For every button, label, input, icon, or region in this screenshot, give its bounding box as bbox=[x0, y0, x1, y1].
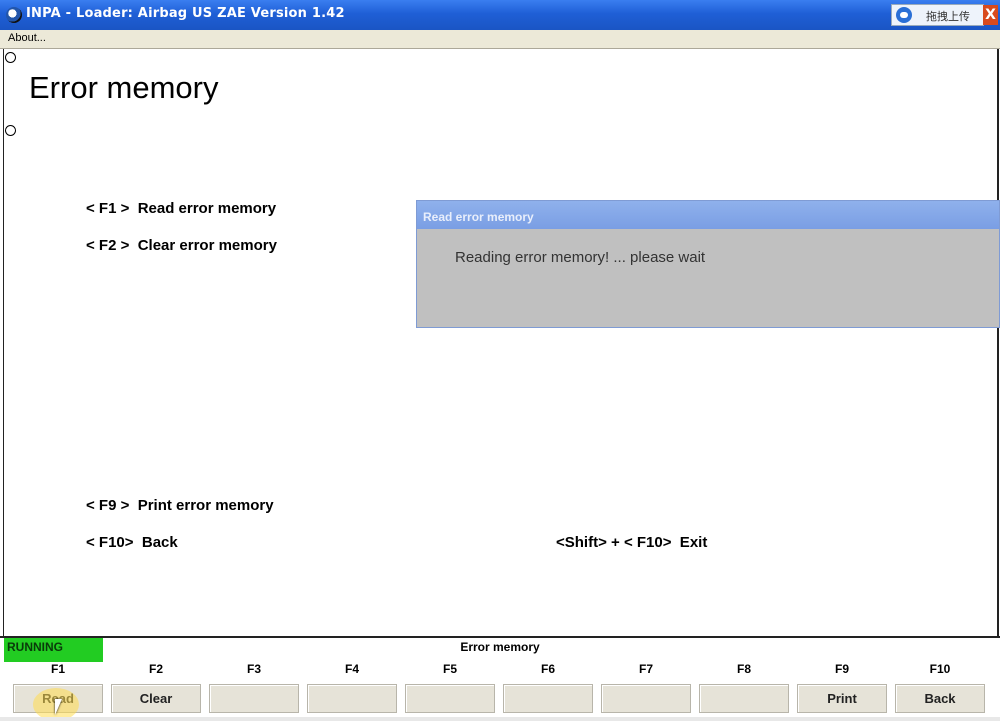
fkey-slot-f9: F9 Print bbox=[797, 662, 887, 721]
fkey-slot-f6: F6 bbox=[503, 662, 593, 721]
print-button[interactable]: Print bbox=[797, 684, 887, 713]
mouse-pointer-icon bbox=[55, 699, 62, 715]
f1-read-hint: < F1 > Read error memory bbox=[86, 200, 277, 217]
fkey-number: F3 bbox=[246, 662, 261, 676]
f10-back-hint: < F10> Back bbox=[86, 534, 178, 551]
upload-button[interactable]: 拖拽上传 bbox=[891, 4, 984, 26]
fkey-slot-f5: F5 bbox=[405, 662, 495, 721]
fkey-slot-f4: F4 bbox=[307, 662, 397, 721]
radio-indicator-top[interactable] bbox=[5, 52, 16, 63]
fkey-number: F2 bbox=[148, 662, 163, 676]
status-bar: RUNNING Error memory bbox=[0, 636, 1000, 664]
fkey-number: F5 bbox=[442, 662, 457, 676]
close-button[interactable]: X bbox=[983, 5, 998, 25]
back-button[interactable]: Back bbox=[895, 684, 985, 713]
page-title: Error memory bbox=[29, 70, 219, 105]
f8-button[interactable] bbox=[699, 684, 789, 713]
f7-button[interactable] bbox=[601, 684, 691, 713]
fkey-number: F6 bbox=[540, 662, 555, 676]
fkey-number: F9 bbox=[834, 662, 849, 676]
f6-button[interactable] bbox=[503, 684, 593, 713]
f2-clear-hint: < F2 > Clear error memory bbox=[86, 237, 277, 254]
read-error-dialog: Read error memory Reading error memory! … bbox=[416, 200, 1000, 328]
function-key-bar: F1 Read F2 Clear F3 F4 F5 F6 F7 F8 F9 Pr… bbox=[0, 662, 1000, 721]
fkey-slot-f2: F2 Clear bbox=[111, 662, 201, 721]
title-bar: INPA - Loader: Airbag US ZAE Version 1.4… bbox=[0, 0, 1000, 30]
status-title: Error memory bbox=[460, 640, 540, 654]
fkey-number: F7 bbox=[638, 662, 653, 676]
fkey-number: F8 bbox=[736, 662, 751, 676]
menu-about[interactable]: About... bbox=[8, 32, 46, 44]
fkey-slot-f3: F3 bbox=[209, 662, 299, 721]
dialog-title-bar[interactable]: Read error memory bbox=[417, 201, 999, 229]
cloud-icon bbox=[896, 7, 912, 23]
dialog-message: Reading error memory! ... please wait bbox=[455, 249, 706, 266]
fkey-number: F1 bbox=[50, 662, 65, 676]
fkey-slot-f7: F7 bbox=[601, 662, 691, 721]
bmw-logo-icon bbox=[6, 7, 22, 23]
fkey-number: F4 bbox=[344, 662, 359, 676]
exit-hint: <Shift> + < F10> Exit bbox=[556, 534, 708, 551]
f3-button[interactable] bbox=[209, 684, 299, 713]
fkey-slot-f10: F10 Back bbox=[895, 662, 985, 721]
radio-indicator-bottom[interactable] bbox=[5, 125, 16, 136]
clear-button[interactable]: Clear bbox=[111, 684, 201, 713]
window-title: INPA - Loader: Airbag US ZAE Version 1.4… bbox=[26, 6, 345, 21]
window-bottom-edge bbox=[0, 717, 1000, 721]
fkey-slot-f8: F8 bbox=[699, 662, 789, 721]
f4-button[interactable] bbox=[307, 684, 397, 713]
upload-label: 拖拽上传 bbox=[926, 10, 970, 23]
dialog-title: Read error memory bbox=[423, 210, 534, 224]
menu-bar: About... bbox=[0, 30, 1000, 49]
f9-print-hint: < F9 > Print error memory bbox=[86, 497, 274, 514]
f5-button[interactable] bbox=[405, 684, 495, 713]
fkey-number: F10 bbox=[929, 662, 951, 676]
